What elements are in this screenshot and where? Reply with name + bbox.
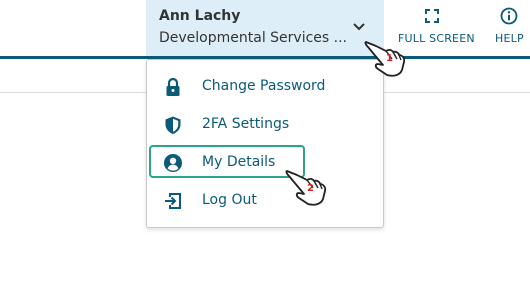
fullscreen-icon bbox=[425, 9, 439, 23]
step-number: 2 bbox=[307, 183, 314, 194]
step-number: 1 bbox=[386, 53, 393, 64]
user-organization: Developmental Services ... bbox=[159, 30, 348, 46]
logout-icon bbox=[165, 193, 181, 209]
menu-item-change-password[interactable]: Change Password bbox=[147, 70, 383, 104]
chevron-down-icon[interactable] bbox=[351, 19, 367, 35]
my-details-highlight bbox=[149, 145, 305, 178]
menu-item-label: Change Password bbox=[202, 78, 326, 94]
help-button[interactable]: HELP bbox=[490, 0, 530, 56]
top-bar: Ann Lachy Developmental Services ... FUL… bbox=[0, 0, 530, 56]
info-icon bbox=[500, 7, 518, 25]
step-1-pointer: 1 bbox=[362, 36, 410, 78]
menu-item-label: Log Out bbox=[202, 192, 257, 208]
shield-icon bbox=[165, 116, 181, 134]
user-name: Ann Lachy bbox=[159, 8, 241, 24]
step-2-pointer: 2 bbox=[283, 165, 331, 207]
help-label: HELP bbox=[495, 32, 524, 45]
menu-item-log-out[interactable]: Log Out bbox=[147, 184, 383, 218]
user-menu-toggle[interactable]: Ann Lachy Developmental Services ... bbox=[146, 0, 384, 56]
user-dropdown-menu: Change Password 2FA Settings My Details … bbox=[146, 59, 384, 228]
lock-icon bbox=[166, 77, 180, 96]
menu-item-2fa-settings[interactable]: 2FA Settings bbox=[147, 108, 383, 142]
menu-item-label: 2FA Settings bbox=[202, 116, 290, 132]
